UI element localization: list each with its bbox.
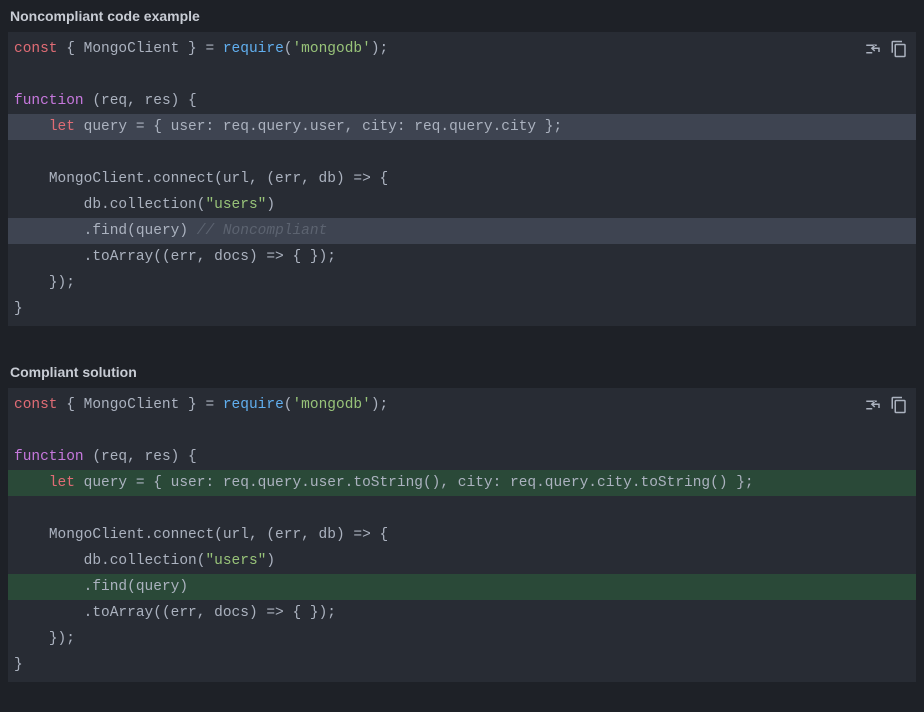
wrap-icon[interactable] (864, 40, 882, 58)
indent (14, 197, 84, 213)
code-tools (864, 40, 908, 58)
token: function (14, 449, 92, 465)
token: MongoClient.connect(url, (err, db) => { (49, 527, 388, 543)
token: "users" (205, 197, 266, 213)
copy-icon[interactable] (890, 40, 908, 58)
code-line: function (req, res) { (8, 88, 916, 114)
token: .toArray((err, docs) => { }); (84, 605, 336, 621)
token: "users" (205, 553, 266, 569)
code-line: }); (8, 270, 916, 296)
token: let (49, 119, 84, 135)
token: function (14, 93, 92, 109)
indent (14, 527, 49, 543)
token: .find(query) (84, 579, 188, 595)
indent (14, 275, 49, 291)
token: const (14, 397, 66, 413)
code-line (8, 418, 916, 444)
token: 'mongodb' (292, 41, 370, 57)
token: query = { user: req.query.user.toString(… (84, 475, 754, 491)
indent (14, 249, 84, 265)
token: require (223, 397, 284, 413)
code-line: db.collection("users") (8, 548, 916, 574)
token: { MongoClient } = (66, 397, 223, 413)
code-line: MongoClient.connect(url, (err, db) => { (8, 522, 916, 548)
code-line: const { MongoClient } = require('mongodb… (8, 392, 916, 418)
code-line: let query = { user: req.query.user, city… (8, 114, 916, 140)
code-content: const { MongoClient } = require('mongodb… (8, 32, 916, 326)
indent (14, 579, 84, 595)
token: ); (371, 397, 388, 413)
wrap-icon[interactable] (864, 396, 882, 414)
code-line: }); (8, 626, 916, 652)
code-line: .find(query) (8, 574, 916, 600)
code-tools (864, 396, 908, 414)
indent (14, 223, 84, 239)
code-content: const { MongoClient } = require('mongodb… (8, 388, 916, 682)
token: db.collection( (84, 197, 206, 213)
code-line: const { MongoClient } = require('mongodb… (8, 36, 916, 62)
code-line: .toArray((err, docs) => { }); (8, 244, 916, 270)
token: const (14, 41, 66, 57)
token: require (223, 41, 284, 57)
code-line: db.collection("users") (8, 192, 916, 218)
token: MongoClient.connect(url, (err, db) => { (49, 171, 388, 187)
copy-icon[interactable] (890, 396, 908, 414)
token: // Noncompliant (197, 223, 328, 239)
token: ) (266, 553, 275, 569)
indent (14, 171, 49, 187)
token: ); (371, 41, 388, 57)
token: db.collection( (84, 553, 206, 569)
code-block: const { MongoClient } = require('mongodb… (8, 32, 916, 326)
token: }); (49, 275, 75, 291)
token: (req, res) { (92, 93, 196, 109)
code-line: MongoClient.connect(url, (err, db) => { (8, 166, 916, 192)
code-line (8, 62, 916, 88)
token: } (14, 657, 23, 673)
indent (14, 605, 84, 621)
code-line: } (8, 296, 916, 322)
code-line: } (8, 652, 916, 678)
token: 'mongodb' (292, 397, 370, 413)
code-line: let query = { user: req.query.user.toStr… (8, 470, 916, 496)
code-line: function (req, res) { (8, 444, 916, 470)
indent (14, 119, 49, 135)
token: .toArray((err, docs) => { }); (84, 249, 336, 265)
code-line (8, 140, 916, 166)
section-header: Compliant solution (0, 356, 924, 388)
token: }); (49, 631, 75, 647)
token: ) (266, 197, 275, 213)
token: } (14, 301, 23, 317)
code-line: .find(query) // Noncompliant (8, 218, 916, 244)
indent (14, 475, 49, 491)
token: (req, res) { (92, 449, 196, 465)
code-line (8, 496, 916, 522)
token: let (49, 475, 84, 491)
section-header: Noncompliant code example (0, 0, 924, 32)
indent (14, 553, 84, 569)
token: .find(query) (84, 223, 197, 239)
indent (14, 631, 49, 647)
token: query = { user: req.query.user, city: re… (84, 119, 563, 135)
code-line: .toArray((err, docs) => { }); (8, 600, 916, 626)
code-block: const { MongoClient } = require('mongodb… (8, 388, 916, 682)
token: { MongoClient } = (66, 41, 223, 57)
